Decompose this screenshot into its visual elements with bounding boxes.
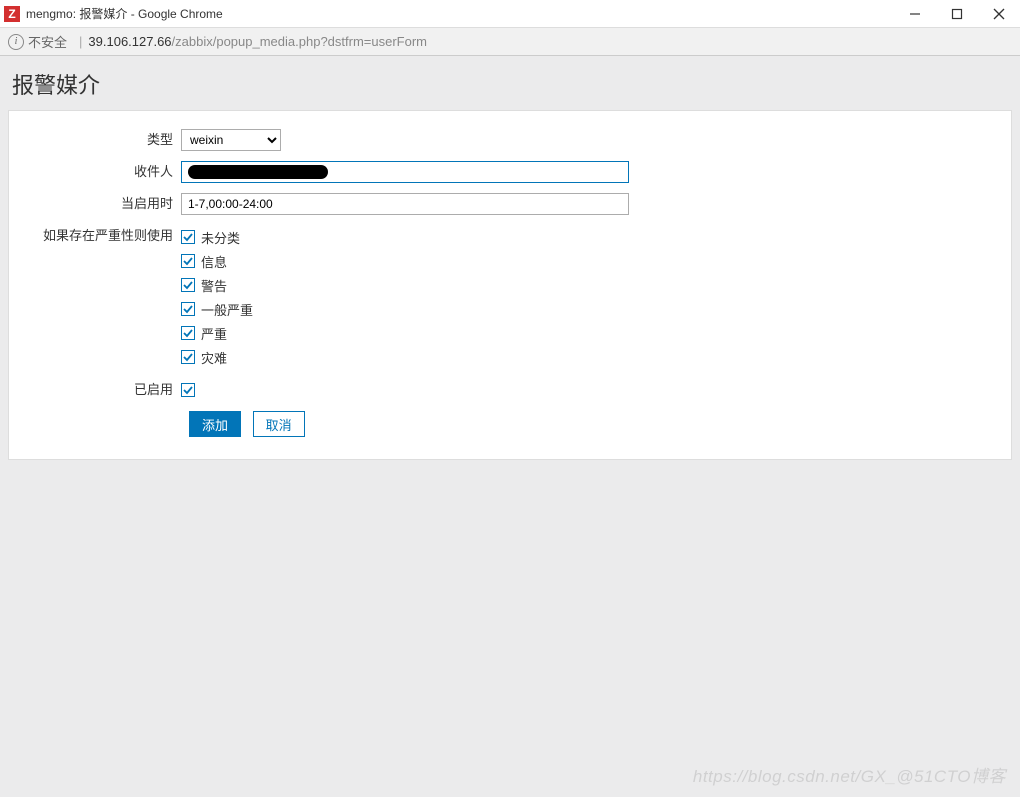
insecure-label: 不安全 — [28, 32, 67, 51]
checkbox-icon[interactable] — [181, 302, 195, 316]
row-type: 类型 weixin — [9, 129, 1011, 151]
favicon-icon: Z — [4, 6, 20, 22]
window-controls — [894, 0, 1020, 28]
severity-item[interactable]: 一般严重 — [181, 297, 1011, 321]
severity-item[interactable]: 警告 — [181, 273, 1011, 297]
button-row: 添加 取消 — [9, 411, 1011, 437]
label-severity: 如果存在严重性则使用 — [9, 225, 181, 247]
checkbox-icon[interactable] — [181, 278, 195, 292]
severity-item[interactable]: 严重 — [181, 321, 1011, 345]
address-separator: | — [79, 34, 82, 49]
info-icon[interactable]: i — [8, 34, 24, 50]
severity-label: 灾难 — [201, 348, 227, 367]
row-enabled: 已启用 — [9, 379, 1011, 401]
label-when-active: 当启用时 — [9, 193, 181, 215]
url-host: 39.106.127.66 — [88, 34, 171, 49]
row-recipient: 收件人 — [9, 161, 1011, 183]
address-bar[interactable]: i 不安全 | 39.106.127.66/zabbix/popup_media… — [0, 28, 1020, 56]
label-type: 类型 — [9, 129, 181, 151]
cancel-button[interactable]: 取消 — [253, 411, 305, 437]
checkbox-icon[interactable] — [181, 326, 195, 340]
severity-label: 严重 — [201, 324, 227, 343]
recipient-input[interactable] — [181, 161, 629, 183]
maximize-button[interactable] — [936, 0, 978, 28]
row-severity: 如果存在严重性则使用 未分类 信息 警告 一般严重 — [9, 225, 1011, 369]
page-title: 报警媒介 — [0, 56, 1020, 110]
submit-button[interactable]: 添加 — [189, 411, 241, 437]
row-when-active: 当启用时 — [9, 193, 1011, 215]
severity-label: 一般严重 — [201, 300, 253, 319]
url-path: /zabbix/popup_media.php?dstfrm=userForm — [172, 34, 427, 49]
page-content: 报警媒介 类型 weixin 收件人 当启用时 如 — [0, 56, 1020, 797]
checkbox-icon[interactable] — [181, 350, 195, 364]
close-button[interactable] — [978, 0, 1020, 28]
severity-item[interactable]: 未分类 — [181, 225, 1011, 249]
checkbox-icon[interactable] — [181, 230, 195, 244]
severity-label: 信息 — [201, 252, 227, 271]
minimize-button[interactable] — [894, 0, 936, 28]
severity-label: 未分类 — [201, 228, 240, 247]
enabled-checkbox-wrap[interactable] — [181, 379, 201, 401]
severity-label: 警告 — [201, 276, 227, 295]
form-panel: 类型 weixin 收件人 当启用时 如果存在严重性则使用 — [8, 110, 1012, 460]
redacted-content — [188, 165, 328, 179]
checkbox-icon[interactable] — [181, 383, 195, 397]
label-recipient: 收件人 — [9, 161, 181, 183]
label-enabled: 已启用 — [9, 379, 181, 401]
window-title: mengmo: 报警媒介 - Google Chrome — [26, 5, 223, 22]
severity-checklist: 未分类 信息 警告 一般严重 严重 — [181, 225, 1011, 369]
severity-item[interactable]: 灾难 — [181, 345, 1011, 369]
window-titlebar: Z mengmo: 报警媒介 - Google Chrome — [0, 0, 1020, 28]
checkbox-icon[interactable] — [181, 254, 195, 268]
severity-item[interactable]: 信息 — [181, 249, 1011, 273]
when-active-input[interactable] — [181, 193, 629, 215]
type-select[interactable]: weixin — [181, 129, 281, 151]
